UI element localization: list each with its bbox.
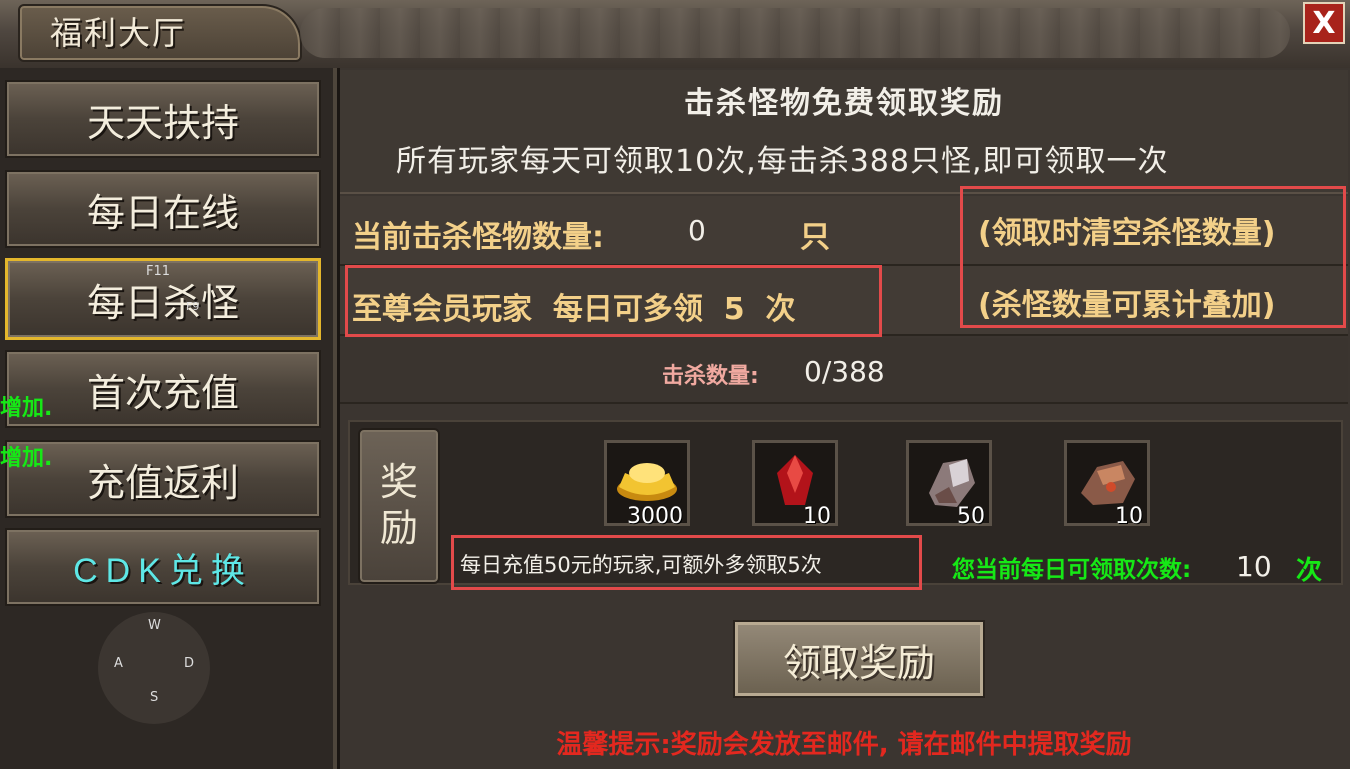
window-title: 福利大厅 — [50, 14, 187, 52]
reward-item[interactable]: 50 — [906, 440, 992, 529]
sidebar-item-first-recharge[interactable]: 首次充值 — [5, 350, 321, 428]
current-kills-label: 当前击杀怪物数量: — [352, 220, 604, 255]
page-subtitle: 所有玩家每天可领取10次,每击杀388只怪,即可领取一次 — [396, 144, 1169, 179]
claim-reward-button[interactable]: 领取奖励 — [733, 620, 985, 698]
remaining-label: 您当前每日可领取次数: — [952, 557, 1192, 583]
progress-value: 0/388 — [804, 355, 885, 388]
item-count: 10 — [1115, 504, 1143, 529]
item-count: 3000 — [627, 504, 683, 529]
remaining-unit: 次 — [1296, 556, 1323, 586]
tip-text: 温馨提示:奖励会发放至邮件, 请在邮件中提取奖励 — [556, 730, 1132, 760]
highlight-box-recharge — [451, 535, 922, 590]
reward-item[interactable]: 3000 — [604, 440, 690, 529]
side-tag: 增加. — [0, 396, 53, 421]
sidebar-item-daily-support[interactable]: 天天扶持 — [5, 80, 321, 158]
virtual-joystick[interactable]: W A D S — [98, 612, 210, 724]
highlight-box-notes — [960, 186, 1346, 328]
hotkey-f11: F11 — [146, 264, 171, 279]
reward-button-char-1: 奖 — [379, 460, 418, 505]
joystick-left[interactable]: A — [114, 656, 123, 671]
reward-item[interactable]: 10 — [1064, 440, 1150, 529]
title-bar: 福利大厅 — [0, 0, 1350, 70]
item-count: 10 — [803, 504, 831, 529]
sidebar-item-cdk[interactable]: CDK兑换 — [5, 528, 321, 606]
item-count: 50 — [957, 504, 985, 529]
reward-button-char-2: 励 — [379, 506, 418, 550]
title-ornament — [300, 8, 1290, 58]
hotkey-f9: F9 — [186, 300, 200, 313]
sidebar-item-daily-online[interactable]: 每日在线 — [5, 170, 321, 248]
joystick-right[interactable]: D — [184, 656, 194, 671]
reward-item[interactable]: 10 — [752, 440, 838, 529]
current-kills-value: 0 — [688, 214, 706, 247]
reward-button[interactable]: 奖 励 — [358, 428, 440, 584]
joystick-up[interactable]: W — [148, 618, 161, 633]
page-title: 击杀怪物免费领取奖励 — [684, 86, 1004, 121]
current-kills-unit: 只 — [800, 220, 830, 255]
sidebar-item-recharge-rebate[interactable]: 充值返利 — [5, 440, 321, 518]
side-tag: 增加. — [0, 446, 53, 471]
joystick-down[interactable]: S — [150, 690, 158, 705]
highlight-box-vip — [345, 265, 882, 337]
progress-label: 击杀数量: — [662, 364, 759, 389]
close-button[interactable]: X — [1303, 2, 1345, 44]
remaining-value: 10 — [1236, 550, 1272, 583]
